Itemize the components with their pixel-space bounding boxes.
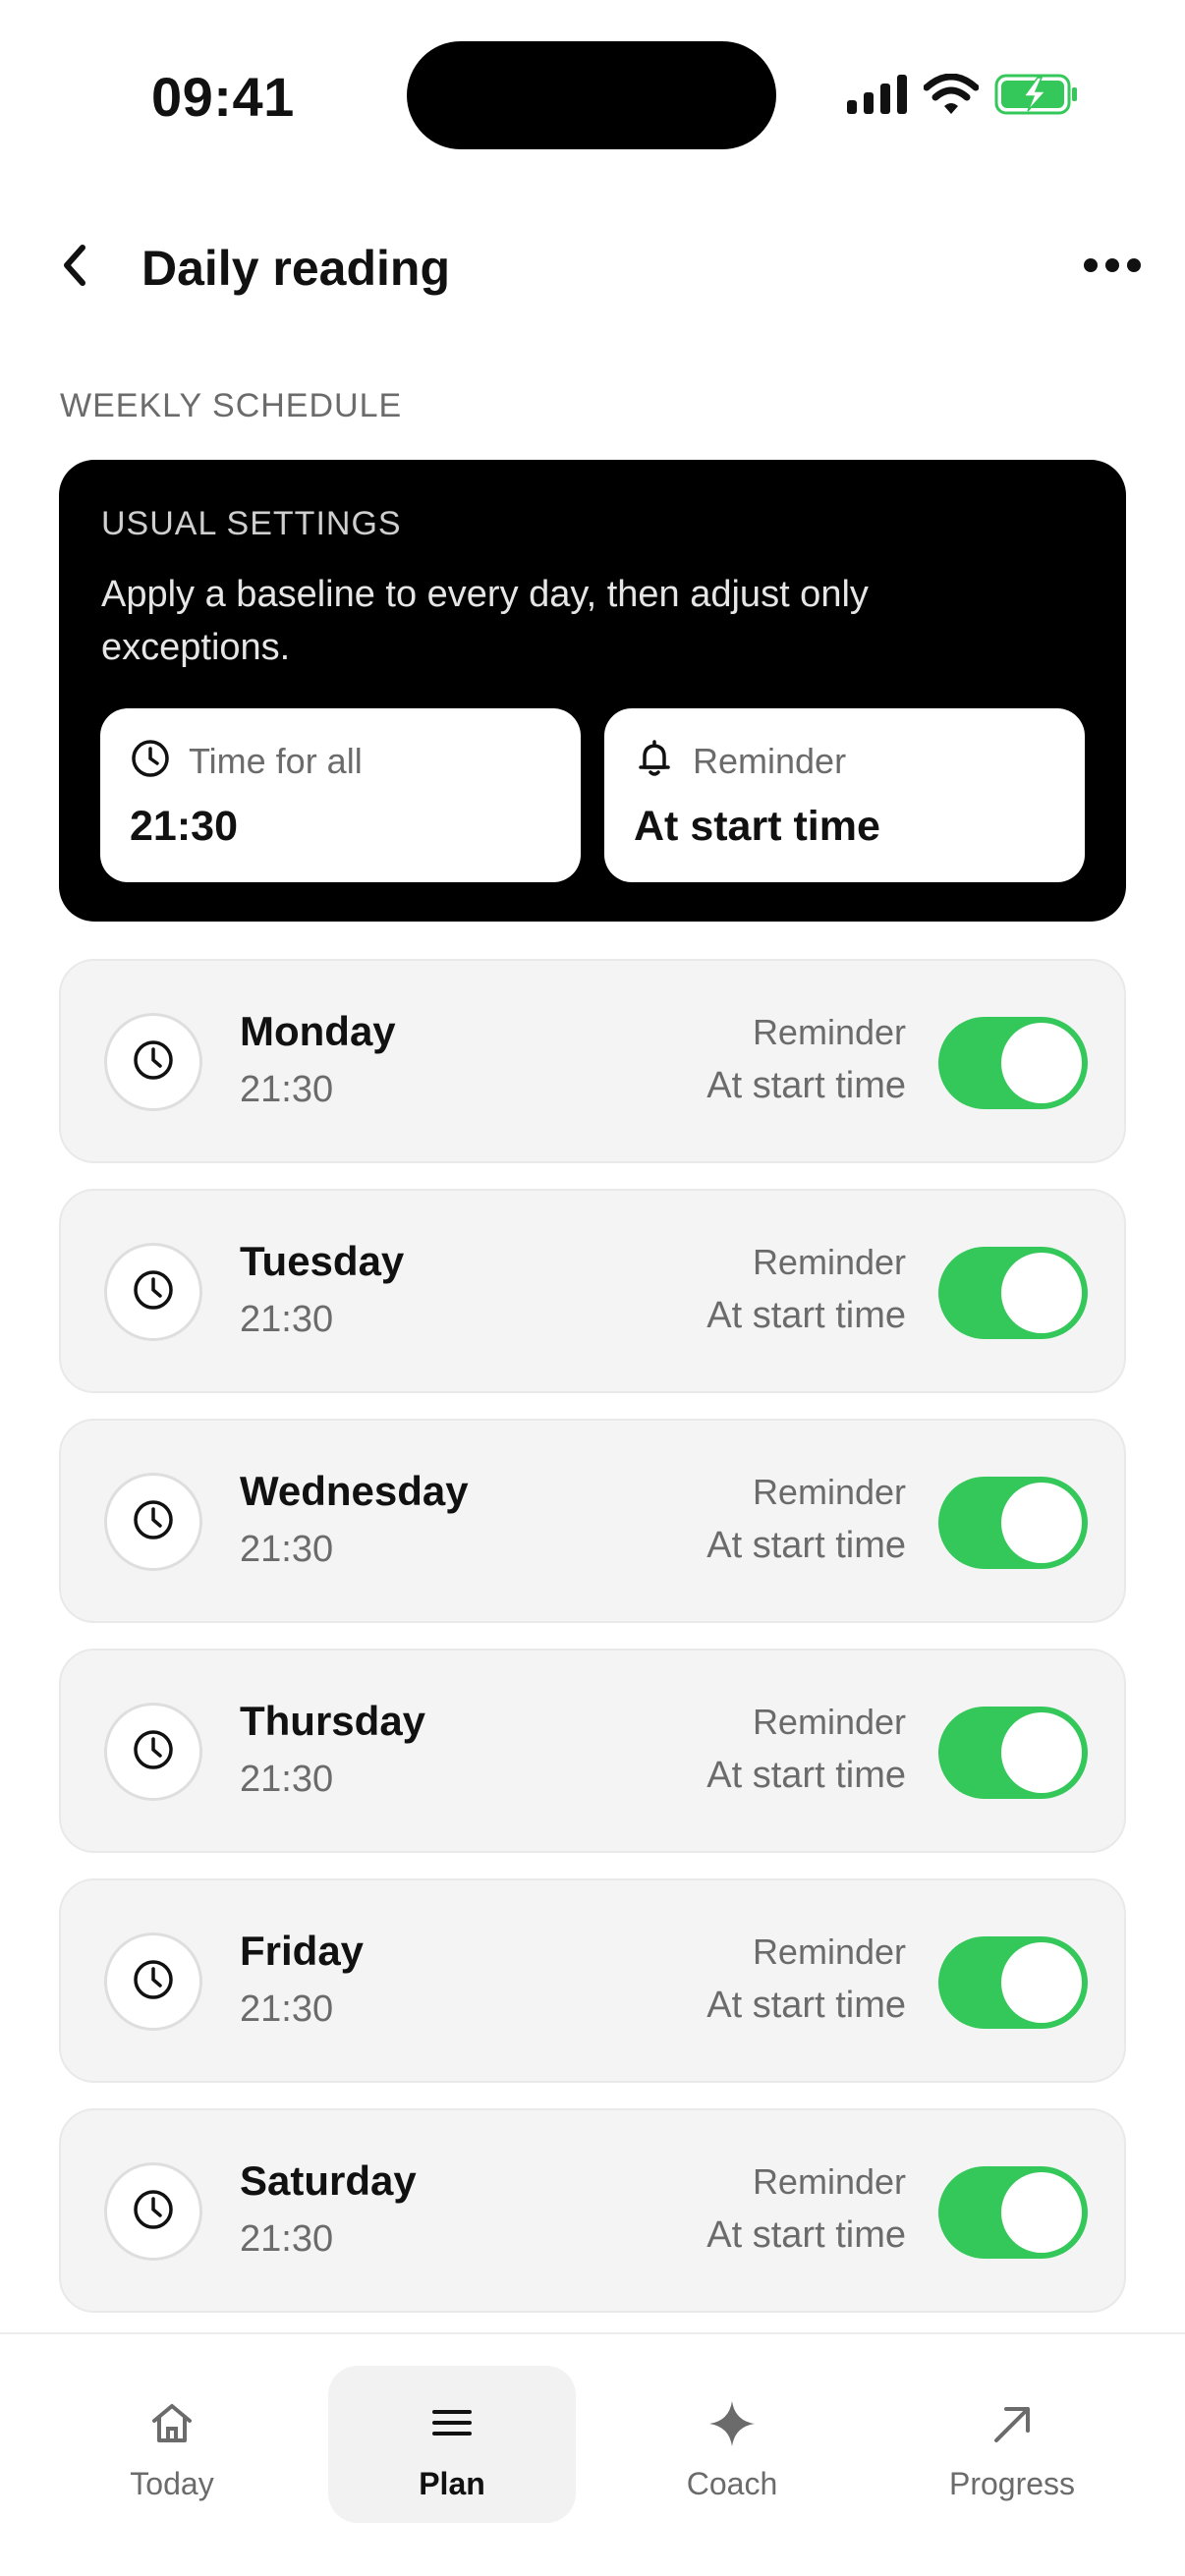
- section-label: WEEKLY SCHEDULE: [60, 387, 403, 424]
- tab-label: Today: [130, 2466, 214, 2501]
- day-reminder-toggle[interactable]: [938, 2166, 1088, 2259]
- day-name: Tuesday: [240, 1238, 405, 1284]
- chevron-left-icon: [57, 242, 92, 294]
- day-name: Saturday: [240, 2157, 417, 2204]
- usual-settings-card: USUAL SETTINGS Apply a baseline to every…: [59, 460, 1126, 922]
- day-reminder-label: Reminder: [752, 2161, 906, 2202]
- day-reminder-value: At start time: [706, 1985, 906, 2026]
- bell-icon: [634, 738, 675, 784]
- clock-icon: [131, 2187, 176, 2237]
- day-reminder-value: At start time: [706, 1295, 906, 1336]
- day-row-thursday[interactable]: Thursday 21:30 Reminder At start time: [59, 1649, 1126, 1853]
- status-time: 09:41: [151, 66, 295, 128]
- day-time: 21:30: [240, 1299, 334, 1340]
- signal-icon: [847, 74, 908, 119]
- clock-icon: [131, 1727, 176, 1777]
- day-clock-badge: [104, 1013, 202, 1111]
- status-icons: [847, 69, 1079, 124]
- day-row-wednesday[interactable]: Wednesday 21:30 Reminder At start time: [59, 1419, 1126, 1623]
- day-clock-badge: [104, 1703, 202, 1801]
- tab-label: Plan: [419, 2466, 485, 2501]
- tab-today[interactable]: Today: [48, 2366, 296, 2523]
- day-reminder-value: At start time: [706, 1755, 906, 1796]
- day-name: Wednesday: [240, 1468, 469, 1514]
- clock-icon: [131, 1267, 176, 1317]
- arrow-up-right-icon: [988, 2399, 1036, 2450]
- day-reminder-toggle[interactable]: [938, 1936, 1088, 2029]
- day-clock-badge: [104, 1932, 202, 2031]
- dynamic-island: [407, 41, 776, 149]
- day-clock-badge: [104, 1243, 202, 1341]
- day-clock-badge: [104, 2162, 202, 2261]
- toggle-knob: [1001, 2172, 1082, 2253]
- reminder-label: Reminder: [693, 740, 847, 781]
- header: Daily reading: [0, 218, 1185, 316]
- usual-settings-description: Apply a baseline to every day, then adju…: [101, 574, 869, 668]
- tab-progress[interactable]: Progress: [888, 2366, 1136, 2523]
- day-reminder-label: Reminder: [752, 1472, 906, 1512]
- toggle-knob: [1001, 1253, 1082, 1333]
- day-reminder-label: Reminder: [752, 1012, 906, 1052]
- status-bar: 09:41: [0, 0, 1185, 187]
- more-button[interactable]: [1077, 238, 1148, 297]
- tab-label: Coach: [686, 2466, 778, 2501]
- toggle-knob: [1001, 1942, 1082, 2023]
- toggle-knob: [1001, 1483, 1082, 1563]
- day-clock-badge: [104, 1473, 202, 1571]
- reminder-value: At start time: [634, 803, 880, 850]
- time-for-all-value: 21:30: [130, 803, 238, 850]
- page-title: Daily reading: [141, 241, 450, 296]
- day-name: Thursday: [240, 1698, 426, 1744]
- day-reminder-value: At start time: [706, 1525, 906, 1566]
- clock-icon: [131, 1957, 176, 2007]
- day-time: 21:30: [240, 1759, 334, 1800]
- tab-plan[interactable]: Plan: [328, 2366, 576, 2523]
- usual-settings-title: USUAL SETTINGS: [101, 505, 402, 542]
- day-reminder-value: At start time: [706, 2214, 906, 2256]
- day-reminder-toggle[interactable]: [938, 1707, 1088, 1799]
- day-reminder-toggle[interactable]: [938, 1017, 1088, 1109]
- day-reminder-label: Reminder: [752, 1702, 906, 1742]
- sparkle-icon: [707, 2399, 757, 2450]
- day-reminder-label: Reminder: [752, 1932, 906, 1972]
- day-name: Friday: [240, 1928, 365, 1974]
- day-row-tuesday[interactable]: Tuesday 21:30 Reminder At start time: [59, 1189, 1126, 1393]
- day-reminder-toggle[interactable]: [938, 1477, 1088, 1569]
- clock-icon: [130, 738, 171, 784]
- day-name: Monday: [240, 1008, 396, 1054]
- more-horizontal-icon: [1083, 257, 1142, 278]
- clock-icon: [131, 1037, 176, 1088]
- time-for-all-label: Time for all: [189, 740, 363, 781]
- day-reminder-label: Reminder: [752, 1242, 906, 1282]
- clock-icon: [131, 1497, 176, 1547]
- day-row-monday[interactable]: Monday 21:30 Reminder At start time: [59, 959, 1126, 1163]
- day-reminder-toggle[interactable]: [938, 1247, 1088, 1339]
- toggle-knob: [1001, 1712, 1082, 1793]
- battery-charging-icon: [994, 74, 1079, 120]
- tab-bar: Today Plan Coach Progress: [0, 2332, 1185, 2576]
- home-icon: [148, 2399, 196, 2450]
- time-for-all-tile[interactable]: Time for all 21:30: [100, 708, 581, 882]
- day-time: 21:30: [240, 1529, 334, 1570]
- wifi-icon: [923, 73, 980, 120]
- day-reminder-value: At start time: [706, 1065, 906, 1106]
- day-time: 21:30: [240, 1069, 334, 1110]
- day-row-friday[interactable]: Friday 21:30 Reminder At start time: [59, 1878, 1126, 2083]
- reminder-tile[interactable]: Reminder At start time: [604, 708, 1085, 882]
- day-time: 21:30: [240, 1988, 334, 2030]
- tab-label: Progress: [948, 2466, 1076, 2501]
- day-row-saturday[interactable]: Saturday 21:30 Reminder At start time: [59, 2108, 1126, 2313]
- tab-coach[interactable]: Coach: [608, 2366, 856, 2523]
- toggle-knob: [1001, 1023, 1082, 1103]
- menu-icon: [428, 2399, 476, 2450]
- back-button[interactable]: [45, 238, 104, 297]
- day-time: 21:30: [240, 2218, 334, 2260]
